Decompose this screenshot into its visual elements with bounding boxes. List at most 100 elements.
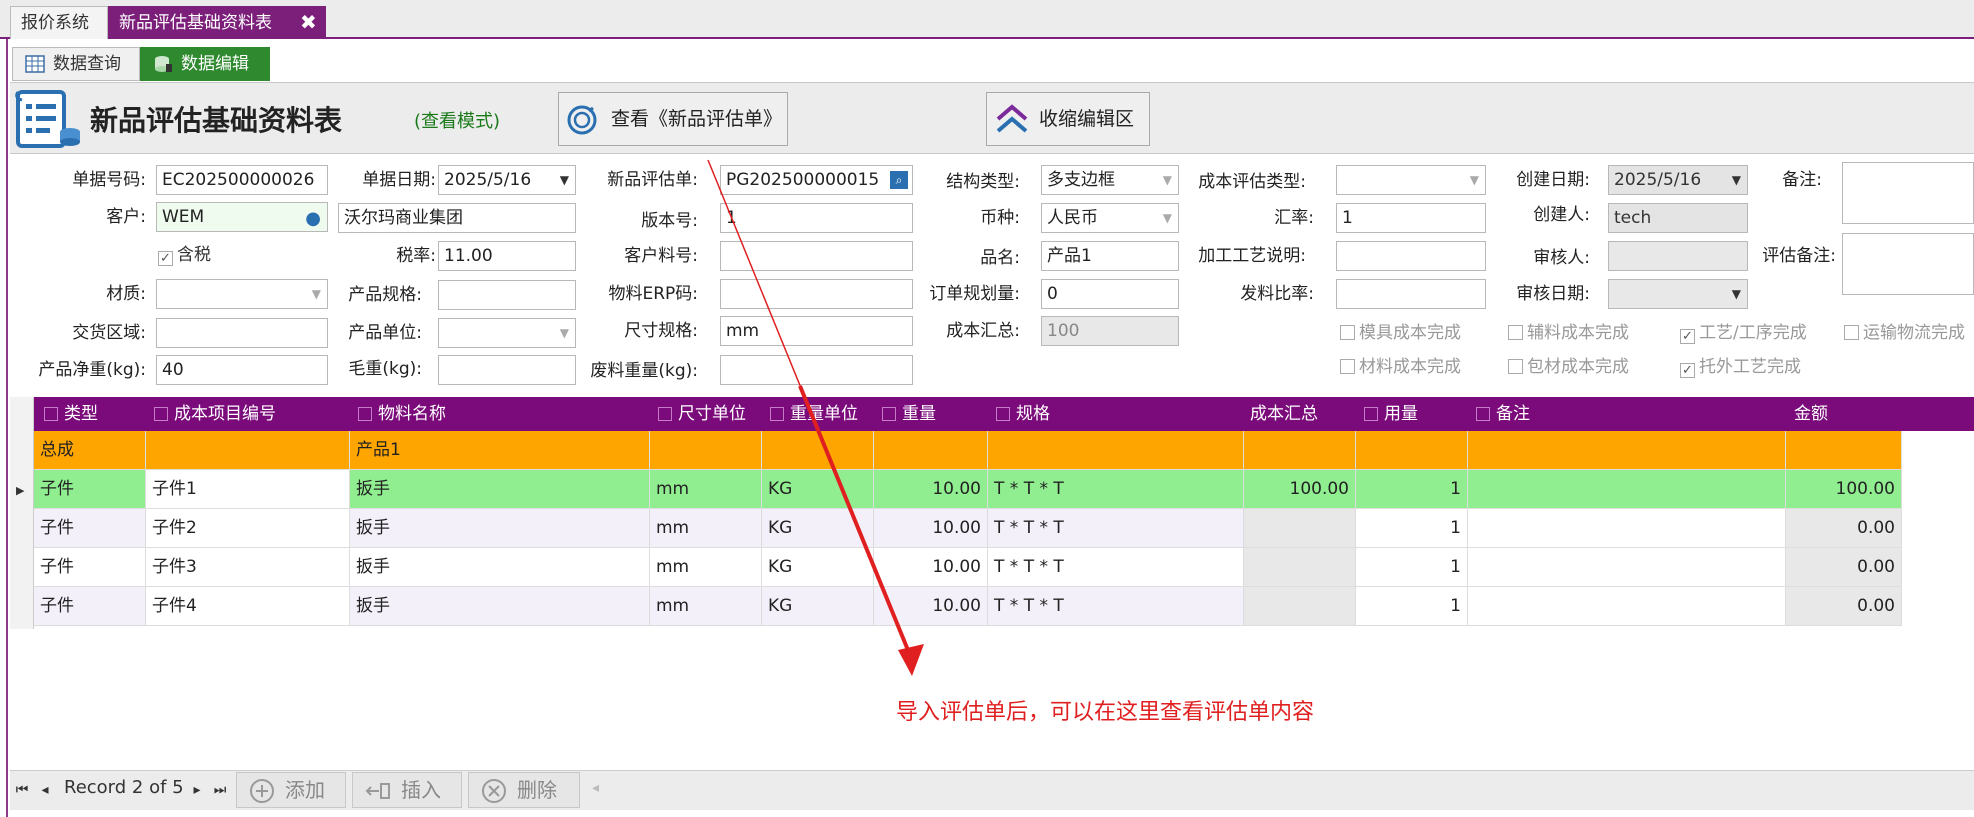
process-done-checkbox[interactable]: ✓ 工艺/工序完成	[1680, 318, 1807, 348]
table-cell[interactable]: 0.00	[1786, 548, 1902, 587]
table-cell[interactable]: 1	[1356, 470, 1468, 509]
table-cell[interactable]: 子件	[34, 548, 146, 587]
tab-data-edit[interactable]: 数据编辑	[140, 47, 270, 81]
mold-cost-done-checkbox[interactable]: 模具成本完成	[1340, 318, 1461, 348]
search-icon[interactable]: ⌕	[890, 171, 908, 189]
dropdown-arrow-icon[interactable]: ▼	[1163, 204, 1172, 232]
table-cell[interactable]: 1	[1356, 548, 1468, 587]
table-cell[interactable]: 0.00	[1786, 509, 1902, 548]
table-cell[interactable]: 子件4	[146, 587, 350, 626]
table-cell[interactable]	[1468, 587, 1786, 626]
col-header-type[interactable]: 类型	[34, 397, 146, 431]
customer-code-field[interactable]: WEM ●	[156, 202, 328, 232]
table-cell[interactable]	[762, 431, 874, 470]
doc-date-field[interactable]: 2025/5/16 ▼	[438, 165, 576, 195]
table-cell[interactable]: 0.00	[1786, 587, 1902, 626]
struct-type-field[interactable]: 多支边框 ▼	[1041, 165, 1179, 195]
first-record-button[interactable]: ⏮	[12, 778, 32, 804]
table-row[interactable]: 子件 子件4 扳手 mm KG 10.00 T * T * T 1 0.00	[34, 587, 1902, 626]
product-spec-field[interactable]	[438, 280, 576, 310]
remark-field[interactable]	[1842, 162, 1974, 224]
table-row[interactable]: 总成 产品1	[34, 431, 1902, 470]
table-cell[interactable]: 1	[1356, 587, 1468, 626]
col-header-remark[interactable]: 备注	[1468, 397, 1786, 431]
dropdown-arrow-icon[interactable]: ▼	[560, 319, 569, 347]
table-cell[interactable]	[1468, 509, 1786, 548]
currency-field[interactable]: 人民币 ▼	[1041, 203, 1179, 233]
table-cell[interactable]: 子件2	[146, 509, 350, 548]
table-cell[interactable]	[988, 431, 1244, 470]
scrap-weight-field[interactable]	[720, 355, 913, 385]
cust-part-field[interactable]	[720, 241, 913, 271]
aux-cost-done-checkbox[interactable]: 辅料成本完成	[1508, 318, 1629, 348]
table-cell[interactable]	[1786, 431, 1902, 470]
dropdown-arrow-icon[interactable]: ▼	[1163, 166, 1172, 194]
table-cell[interactable]: 子件	[34, 470, 146, 509]
table-cell[interactable]	[1468, 548, 1786, 587]
delete-button[interactable]: 删除	[468, 772, 580, 808]
create-date-field[interactable]: 2025/5/16 ▼	[1608, 165, 1748, 195]
tab-data-query[interactable]: 数据查询	[12, 47, 140, 81]
table-cell[interactable]	[1356, 431, 1468, 470]
packing-cost-done-checkbox[interactable]: 包材成本完成	[1508, 352, 1629, 382]
col-header-item-no[interactable]: 成本项目编号	[146, 397, 350, 431]
table-cell[interactable]: 1	[1356, 509, 1468, 548]
rate-field[interactable]: 1	[1336, 203, 1486, 233]
doc-no-field[interactable]: EC202500000026	[156, 165, 328, 195]
table-cell[interactable]: mm	[650, 587, 762, 626]
user-icon[interactable]: ●	[305, 205, 321, 231]
dropdown-arrow-icon[interactable]: ▼	[1732, 280, 1741, 308]
gross-weight-field[interactable]	[438, 355, 576, 385]
table-cell[interactable]: mm	[650, 470, 762, 509]
size-spec-field[interactable]: mm	[720, 316, 913, 346]
col-header-spec[interactable]: 规格	[988, 397, 1244, 431]
cost-eval-type-field[interactable]: ▼	[1336, 165, 1486, 195]
col-header-amount[interactable]: 金额	[1786, 397, 1902, 431]
table-cell[interactable]: 子件	[34, 587, 146, 626]
add-button[interactable]: 添加	[236, 772, 346, 808]
eval-remark-field[interactable]	[1842, 233, 1974, 295]
dropdown-arrow-icon[interactable]: ▼	[312, 280, 321, 308]
tax-included-checkbox[interactable]: ✓ 含税	[158, 240, 211, 270]
table-cell[interactable]: KG	[762, 470, 874, 509]
table-cell[interactable]	[1468, 470, 1786, 509]
table-row[interactable]: 子件 子件3 扳手 mm KG 10.00 T * T * T 1 0.00	[34, 548, 1902, 587]
collapse-edit-button[interactable]: 收缩编辑区	[986, 92, 1150, 146]
eval-no-field[interactable]: PG202500000015 ⌕	[720, 165, 913, 195]
table-cell[interactable]: 10.00	[874, 470, 988, 509]
net-weight-field[interactable]: 40	[156, 355, 328, 385]
table-cell[interactable]: mm	[650, 509, 762, 548]
col-header-weight[interactable]: 重量	[874, 397, 988, 431]
tab-xinpin[interactable]: 新品评估基础资料表	[108, 6, 326, 39]
reviewer-field[interactable]	[1608, 241, 1748, 271]
table-cell[interactable]: 扳手	[350, 587, 650, 626]
table-cell[interactable]: KG	[762, 587, 874, 626]
last-record-button[interactable]: ⏭	[210, 778, 230, 804]
table-cell[interactable]: 总成	[34, 431, 146, 470]
review-date-field[interactable]: ▼	[1608, 279, 1748, 309]
table-cell[interactable]: 100.00	[1244, 470, 1356, 509]
logistics-done-checkbox[interactable]: 运输物流完成	[1844, 318, 1965, 348]
table-cell[interactable]: 扳手	[350, 548, 650, 587]
table-cell[interactable]	[874, 431, 988, 470]
tab-baojia[interactable]: 报价系统	[10, 6, 108, 39]
cost-total-field[interactable]: 100	[1041, 316, 1179, 346]
process-desc-field[interactable]	[1336, 241, 1486, 271]
next-record-button[interactable]: ▸	[188, 778, 206, 804]
table-cell[interactable]: mm	[650, 548, 762, 587]
table-cell[interactable]: 100.00	[1786, 470, 1902, 509]
prev-record-button[interactable]: ◂	[36, 778, 54, 804]
table-cell[interactable]: 子件	[34, 509, 146, 548]
outsource-done-checkbox[interactable]: ✓ 托外工艺完成	[1680, 352, 1801, 382]
delivery-area-field[interactable]	[156, 318, 328, 348]
scroll-left-icon[interactable]: ◂	[592, 780, 599, 796]
table-row[interactable]: 子件 子件1 扳手 mm KG 10.00 T * T * T 100.00 1…	[34, 470, 1902, 509]
col-header-qty[interactable]: 用量	[1356, 397, 1468, 431]
table-cell[interactable]: T * T * T	[988, 509, 1244, 548]
table-cell[interactable]	[146, 431, 350, 470]
table-cell[interactable]	[1244, 548, 1356, 587]
table-cell[interactable]: 扳手	[350, 509, 650, 548]
creator-field[interactable]: tech	[1608, 203, 1748, 233]
table-cell[interactable]: T * T * T	[988, 470, 1244, 509]
version-field[interactable]: 1	[720, 203, 913, 233]
